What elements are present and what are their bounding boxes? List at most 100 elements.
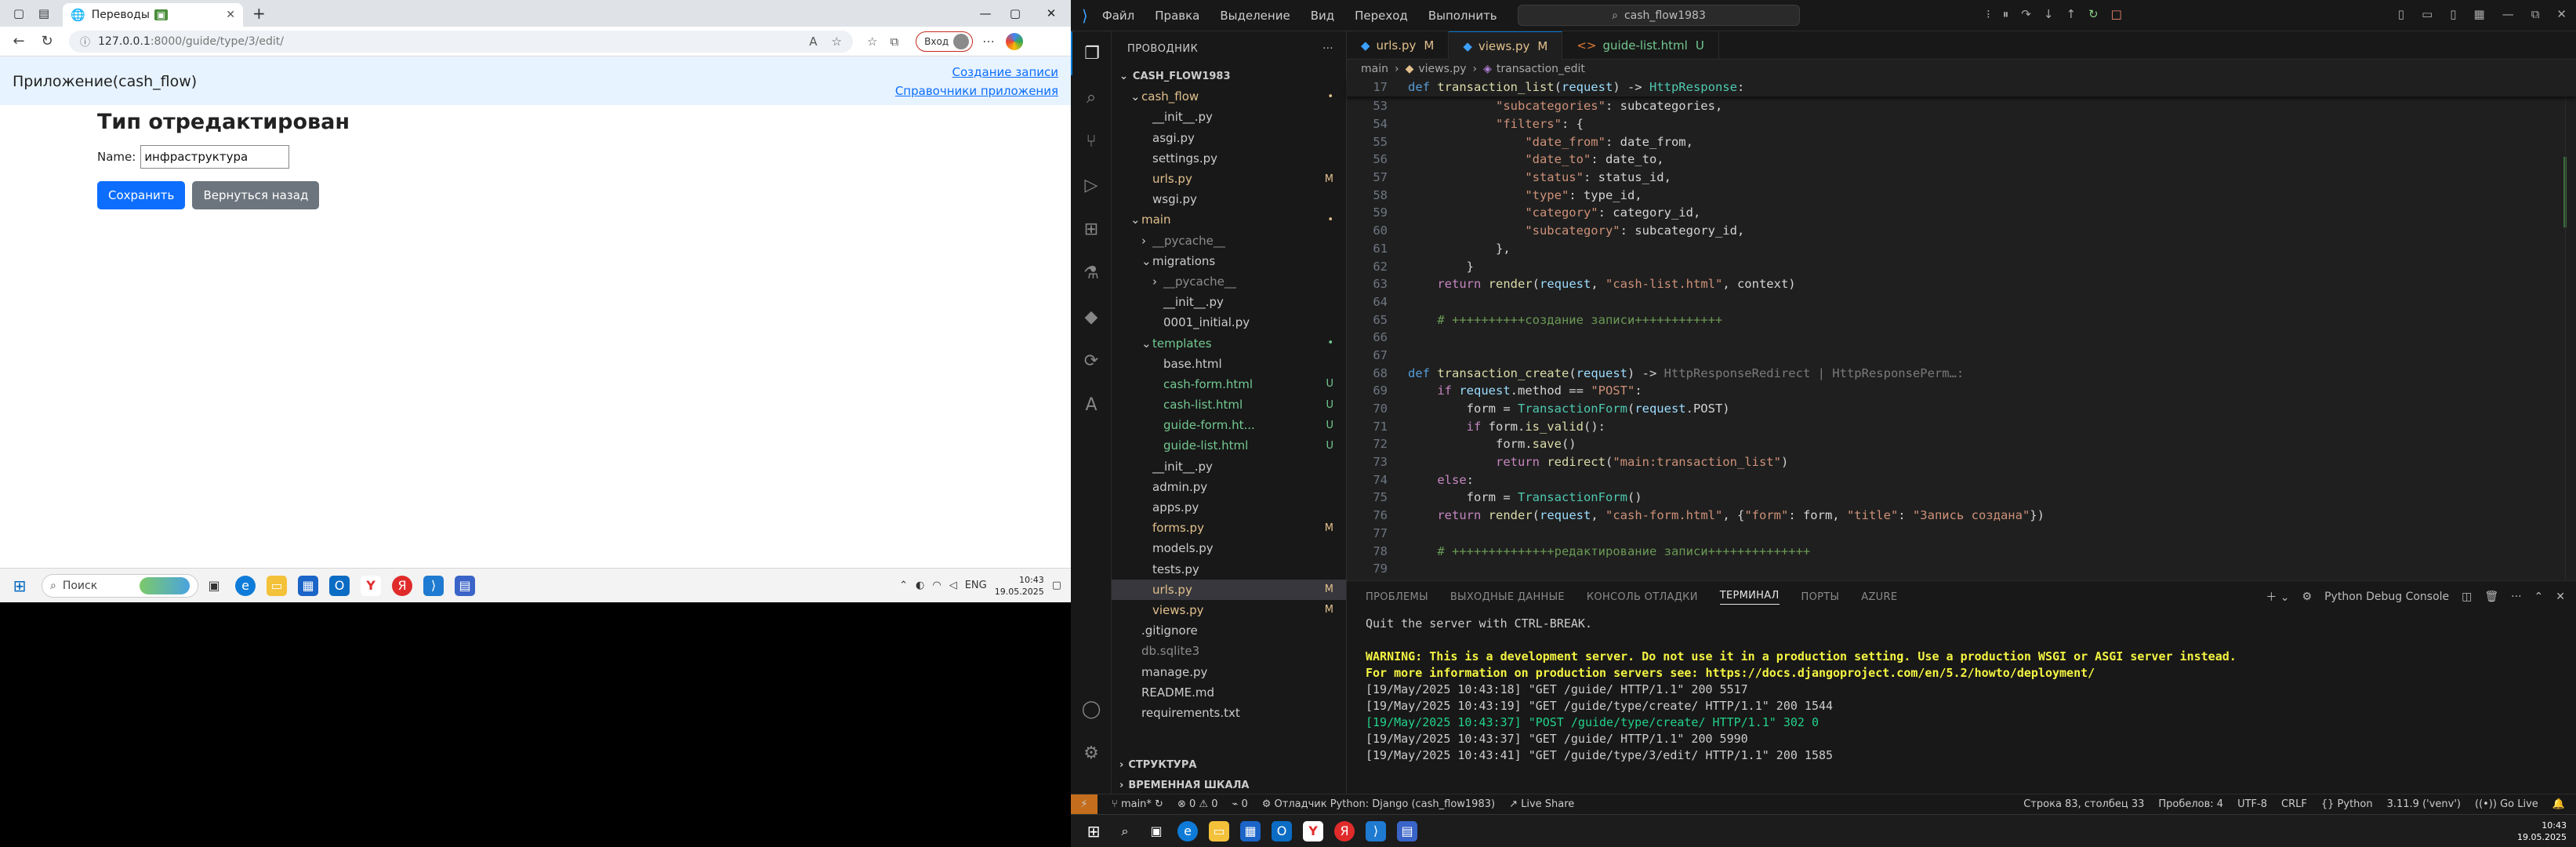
line-ending[interactable]: CRLF xyxy=(2281,798,2307,810)
code-line[interactable]: 60 "subcategory": subcategory_id, xyxy=(1347,222,2576,240)
url-field[interactable]: ⓘ 127.0.0.1:8000/guide/type/3/edit/ A ☆ xyxy=(69,30,853,53)
more-icon[interactable]: ··· xyxy=(2511,591,2521,603)
python-icon[interactable]: ◆ xyxy=(1071,295,1112,339)
tree-file[interactable]: asgi.py xyxy=(1112,128,1346,148)
tree-file[interactable]: db.sqlite3 xyxy=(1112,641,1346,661)
code-line[interactable]: 59 "category": category_id, xyxy=(1347,204,2576,222)
network-icon[interactable]: ◠ xyxy=(932,580,941,591)
tree-folder[interactable]: › __pycache__ xyxy=(1112,231,1346,251)
terminal-profile[interactable]: Python Debug Console xyxy=(2324,591,2449,603)
debug-indicator[interactable]: ⚙ Отладчик Python: Django (cash_flow1983… xyxy=(1262,798,1495,810)
name-input[interactable] xyxy=(140,145,290,169)
menu-item[interactable]: Вид xyxy=(1311,9,1334,23)
favorite-star-icon[interactable]: ☆ xyxy=(832,35,842,49)
vscode-icon[interactable]: ⟩ xyxy=(1366,820,1386,842)
tree-file[interactable]: forms.py M xyxy=(1112,518,1346,538)
code-line[interactable]: 55 "date_from": date_from, xyxy=(1347,133,2576,151)
code-line[interactable]: 77 xyxy=(1347,525,2576,543)
tree-file[interactable]: guide-list.html U xyxy=(1112,435,1346,456)
tree-file[interactable]: __init__.py xyxy=(1112,292,1346,312)
yandex-icon[interactable]: Y xyxy=(1303,820,1323,842)
code-line[interactable]: 75 form = TransactionForm() xyxy=(1347,489,2576,507)
tree-file[interactable]: __init__.py xyxy=(1112,456,1346,477)
favorites-icon[interactable]: ☆ xyxy=(867,35,877,49)
toggle-sidebar-icon[interactable]: ▯ xyxy=(2398,7,2404,21)
copilot-icon[interactable] xyxy=(1006,32,1024,50)
menu-item[interactable]: Выполнить xyxy=(1428,9,1497,23)
code-line[interactable]: 63 return render(request, "cash-list.htm… xyxy=(1347,275,2576,293)
maximize-icon[interactable]: ▢ xyxy=(997,0,1033,27)
tree-file[interactable]: urls.py M xyxy=(1112,579,1346,600)
tree-file[interactable]: base.html xyxy=(1112,354,1346,374)
run-debug-icon[interactable]: ▷ xyxy=(1071,163,1112,207)
tree-file[interactable]: apps.py xyxy=(1112,497,1346,518)
tray-apps-icon[interactable]: ◐ xyxy=(916,580,924,591)
code-line[interactable]: 70 form = TransactionForm(request .POST) xyxy=(1347,400,2576,418)
app-icon[interactable]: ▤ xyxy=(1397,820,1417,842)
search-icon[interactable]: ⌕ xyxy=(1115,821,1135,842)
task-view-icon[interactable]: ▣ xyxy=(1146,821,1166,842)
close-window-icon[interactable]: ✕ xyxy=(1033,0,1069,27)
search-icon[interactable]: ⌕ xyxy=(1071,75,1112,119)
code-line[interactable]: 54 "filters": { xyxy=(1347,115,2576,133)
code-line[interactable]: 65 # ++++++++++создание записи++++++++++… xyxy=(1347,311,2576,329)
layout-icon[interactable]: ▦ xyxy=(2474,7,2485,21)
language-mode[interactable]: {} Python xyxy=(2321,798,2373,810)
volume-icon[interactable]: ◁ xyxy=(949,580,957,591)
toggle-secondary-icon[interactable]: ▯ xyxy=(2450,7,2456,21)
tree-file[interactable]: wsgi.py xyxy=(1112,189,1346,209)
file-explorer-icon[interactable]: ▭ xyxy=(267,575,287,596)
taskbar-search[interactable]: ⌕ Поиск xyxy=(42,573,198,598)
menu-item[interactable]: Файл xyxy=(1102,9,1134,23)
menu-item[interactable]: Правка xyxy=(1155,9,1199,23)
close-panel-icon[interactable]: ✕ xyxy=(2556,591,2565,603)
login-button[interactable]: Вход xyxy=(916,31,974,52)
store-icon[interactable]: ▦ xyxy=(1240,820,1261,842)
debug-drag-icon[interactable]: ⁝ xyxy=(1986,7,1990,21)
clock[interactable]: 10:43 19.05.2025 xyxy=(995,574,1044,598)
notifications-bell-icon[interactable]: 🔔 xyxy=(2552,798,2565,810)
account-icon[interactable]: ◯ xyxy=(1071,687,1112,731)
collections-icon[interactable]: ⧉ xyxy=(890,35,898,49)
debug-pause-icon[interactable]: ⏸ xyxy=(2003,7,2009,21)
task-view-icon[interactable]: ▣ xyxy=(204,576,224,596)
app-brand[interactable]: Приложение(cash_flow) xyxy=(13,73,197,90)
code-line[interactable]: 68 def transaction_create(request) -> Htt… xyxy=(1347,364,2576,382)
breadcrumb-item[interactable]: main xyxy=(1361,63,1388,75)
tree-file[interactable]: .gitignore xyxy=(1112,620,1346,641)
code-line[interactable]: 79 xyxy=(1347,560,2576,578)
outlook-icon[interactable]: O xyxy=(1272,820,1292,842)
code-line[interactable]: 66 xyxy=(1347,329,2576,347)
more-icon[interactable]: ··· xyxy=(1322,43,1333,55)
terminal-output[interactable]: Quit the server with CTRL-BREAK. WARNING:… xyxy=(1347,613,2576,764)
code-line[interactable]: 58 "type": type_id, xyxy=(1347,186,2576,204)
editor-scrollbar[interactable] xyxy=(2565,78,2576,580)
outlook-icon[interactable]: O xyxy=(329,575,350,596)
explorer-icon[interactable]: ❐ xyxy=(1071,31,1112,75)
encoding[interactable]: UTF-8 xyxy=(2237,798,2267,810)
back-button[interactable]: Вернуться назад xyxy=(192,181,320,209)
code-line[interactable]: 64 xyxy=(1347,293,2576,311)
more-icon[interactable]: ⋯ xyxy=(982,34,995,49)
azure-icon[interactable]: A xyxy=(1071,383,1112,427)
workspaces-icon[interactable]: ▢ xyxy=(9,4,28,23)
editor-tab[interactable]: <> guide-list.html U xyxy=(1562,31,1719,60)
code-line[interactable]: 72 form. save() xyxy=(1347,435,2576,453)
panel-tab[interactable]: КОНСОЛЬ ОТЛАДКИ xyxy=(1587,591,1698,603)
maximize-panel-icon[interactable]: ⌃ xyxy=(2534,591,2544,603)
tree-file[interactable]: requirements.txt xyxy=(1112,703,1346,723)
code-line[interactable]: 53 "subcategories": subcategories, xyxy=(1347,97,2576,115)
stop-icon[interactable]: □ xyxy=(2111,7,2122,21)
notifications-icon[interactable]: ▢ xyxy=(1052,580,1061,591)
testing-icon[interactable]: ⚗ xyxy=(1071,251,1112,295)
back-arrow-icon[interactable]: ← xyxy=(8,31,30,53)
create-record-link[interactable]: Создание записи xyxy=(952,65,1058,79)
guides-link[interactable]: Справочники приложения xyxy=(895,84,1058,98)
save-button[interactable]: Сохранить xyxy=(97,181,186,209)
step-over-icon[interactable]: ↷ xyxy=(2021,7,2031,21)
code-line[interactable]: 73 return redirect("main:transaction_lis… xyxy=(1347,453,2576,471)
minimize-icon[interactable]: — xyxy=(2502,7,2514,21)
tree-file[interactable]: 0001_initial.py xyxy=(1112,312,1346,333)
toggle-panel-icon[interactable]: ▭ xyxy=(2422,7,2433,21)
split-terminal-icon[interactable]: ◫ xyxy=(2462,591,2472,603)
